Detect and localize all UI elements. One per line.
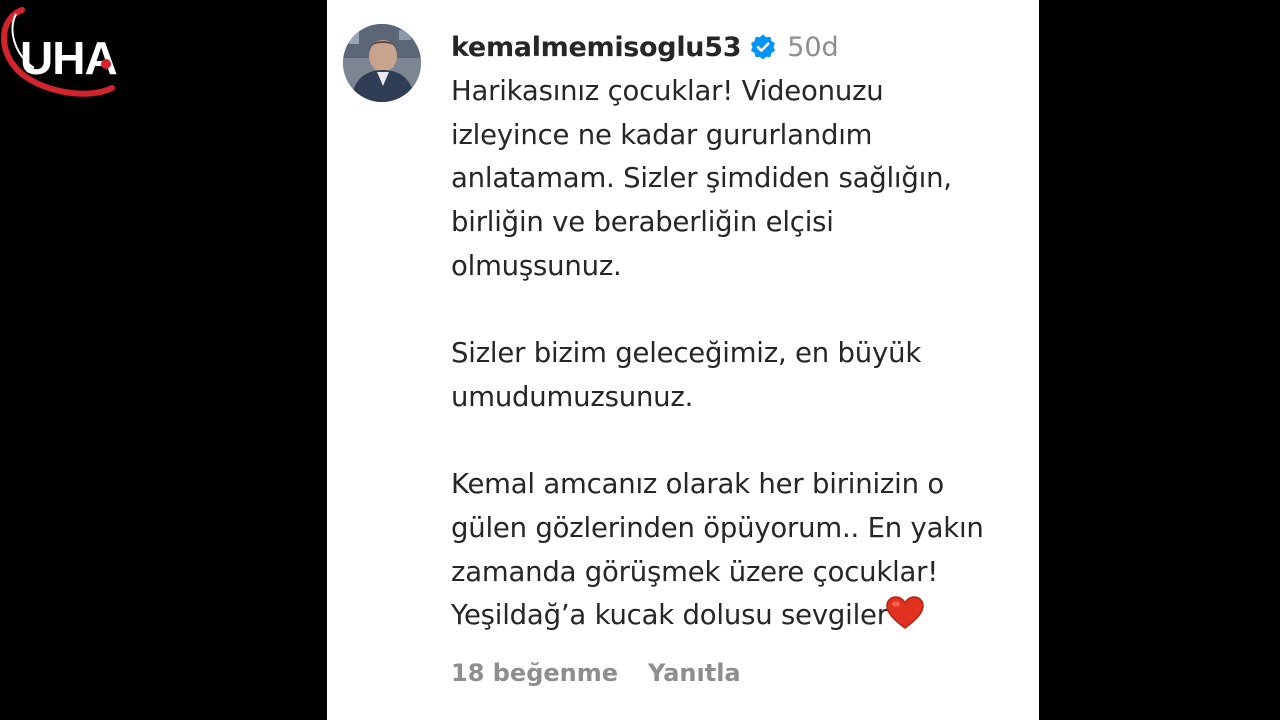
comment-line: birliğin ve beraberliğin elçisi: [451, 206, 834, 239]
comment-last-line: Yeşildağ’a kucak dolusu sevgiler: [451, 594, 1036, 638]
uha-logo: UHA: [0, 0, 140, 100]
comment-line: Kemal amcanız olarak her birinizin o: [451, 468, 944, 501]
comment-line: izleyince ne kadar gururlandım: [451, 118, 873, 151]
comment-line: Sizler bizim geleceğimiz, en büyük: [451, 337, 922, 370]
uha-logo-text: UHA: [20, 32, 117, 84]
comment-line: Yeşildağ’a kucak dolusu sevgiler: [451, 599, 888, 632]
comment-header: kemalmemisoglu53 50d: [451, 27, 839, 67]
profile-avatar[interactable]: [343, 24, 421, 102]
comment-line: anlatamam. Sizler şimdiden sağlığın,: [451, 162, 952, 195]
avatar-photo-icon: [343, 24, 421, 102]
likes-count-link[interactable]: 18 beğenme: [451, 659, 618, 687]
red-heart-emoji-icon: [886, 596, 924, 630]
uha-logo-graphic: UHA: [1, 7, 118, 97]
comment-line: zamanda görüşmek üzere çocuklar!: [451, 555, 939, 588]
reply-button[interactable]: Yanıtla: [648, 659, 741, 687]
comment-timestamp: 50d: [787, 31, 839, 63]
username-link[interactable]: kemalmemisoglu53: [451, 32, 741, 63]
comment-body: Harikasınız çocuklar! Videonuzu izleyinc…: [451, 70, 1036, 638]
comment-panel: kemalmemisoglu53 50d Harikasınız çocukla…: [327, 0, 1039, 720]
comment-actions: 18 beğenme Yanıtla: [451, 659, 741, 687]
comment-line: olmuşsunuz.: [451, 249, 622, 282]
comment-line: umudumuzsunuz.: [451, 380, 694, 413]
comment-line: Harikasınız çocuklar! Videonuzu: [451, 75, 884, 107]
comment-line: gülen gözlerinden öpüyorum.. En yakın: [451, 512, 984, 544]
verified-badge-icon: [749, 33, 777, 61]
